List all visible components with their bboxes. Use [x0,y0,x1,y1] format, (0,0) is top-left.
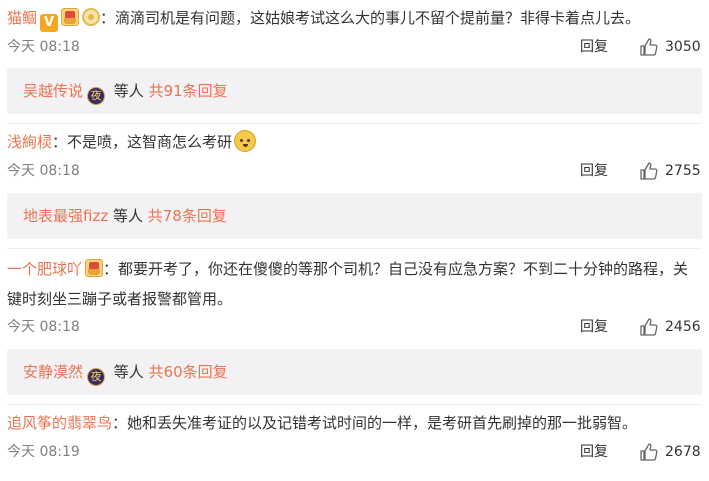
replies-total-link[interactable]: 共60条回复 [149,363,228,381]
vip-crown-icon[interactable] [61,8,80,26]
comment-body: ：不是喷，这智商怎么考研 [52,133,233,151]
replies-total-link[interactable]: 共78条回复 [148,207,227,225]
comment-body: ：她和丢失准考证的以及记错考试时间的一样，是考研首先刷掉的那一批弱智。 [112,414,638,432]
replies-suffix: 等人 [109,363,149,381]
thumbs-up-icon[interactable] [639,161,659,181]
reply-button[interactable]: 回复 [580,160,608,182]
comment-body: ：都要开考了，你还在傻傻的等那个司机？自己没有应急方案？不到二十分钟的路程，关键… [7,260,689,308]
thumbs-up-icon[interactable] [639,37,659,57]
comment-meta: 今天 08:18 回复 2755 [7,160,702,182]
replies-summary[interactable]: 吴越传说夜 等人 共91条回复 [7,68,702,114]
replies-suffix: 等人 [109,82,149,100]
comment-meta: 今天 08:18 回复 3050 [7,36,702,58]
comment-meta: 今天 08:19 回复 2678 [7,441,702,463]
comment-username[interactable]: 追风筝的翡翠鸟 [7,414,112,432]
reply-button[interactable]: 回复 [580,441,608,463]
comment-text-block: 追风筝的翡翠鸟：她和丢失准考证的以及记错考试时间的一样，是考研首先刷掉的那一批弱… [7,408,702,438]
comment-time: 今天 08:18 [7,319,80,335]
reply-user-name[interactable]: 安静漠然 [23,363,83,381]
comment-text-block: 浅絢棂：不是喷，这智商怎么考研 [7,127,702,157]
divider [7,404,702,405]
comment-username[interactable]: 浅絢棂 [7,133,52,151]
like-count: 2755 [665,163,701,179]
replies-summary[interactable]: 地表最强fizz 等人 共78条回复 [7,193,702,239]
comment-body: ：滴滴司机是有问题，这姑娘考试这么大的事儿不留个提前量？非得卡着点儿去。 [100,9,641,27]
comment-username[interactable]: 一个肥球吖 [7,260,82,278]
doge-emoji-icon [234,130,257,152]
comment-text-block: 一个肥球吖 ：都要开考了，你还在傻傻的等那个司机？自己没有应急方案？不到二十分钟的… [7,254,702,314]
like-count: 2456 [665,319,701,335]
replies-suffix: 等人 [108,207,148,225]
comment-username[interactable]: 猫鲴 [7,9,37,27]
divider [7,248,702,249]
replies-total-link[interactable]: 共91条回复 [149,82,228,100]
night-badge-icon: 夜 [87,368,106,386]
comment-time: 今天 08:19 [7,444,80,460]
reply-button[interactable]: 回复 [580,316,608,338]
reply-user-name[interactable]: 吴越传说 [23,82,83,100]
like-count: 3050 [665,39,701,55]
like-count: 2678 [665,444,701,460]
comment-time: 今天 08:18 [7,39,80,55]
comment-text-block: 猫鲴 V ：滴滴司机是有问题，这姑娘考试这么大的事儿不留个提前量？非得卡着点儿去。 [7,3,702,33]
vip-crown-icon[interactable] [85,259,104,277]
replies-summary[interactable]: 安静漠然夜 等人 共60条回复 [7,349,702,395]
thumbs-up-icon[interactable] [639,317,659,337]
medal-icon[interactable] [82,8,101,26]
divider [7,123,702,124]
reply-button[interactable]: 回复 [580,36,608,58]
comment-time: 今天 08:18 [7,163,80,179]
verified-v-icon[interactable]: V [40,14,59,32]
comment-meta: 今天 08:18 回复 2456 [7,316,702,338]
thumbs-up-icon[interactable] [639,442,659,462]
reply-user-name[interactable]: 地表最强fizz [23,207,108,225]
night-badge-icon: 夜 [87,87,106,105]
